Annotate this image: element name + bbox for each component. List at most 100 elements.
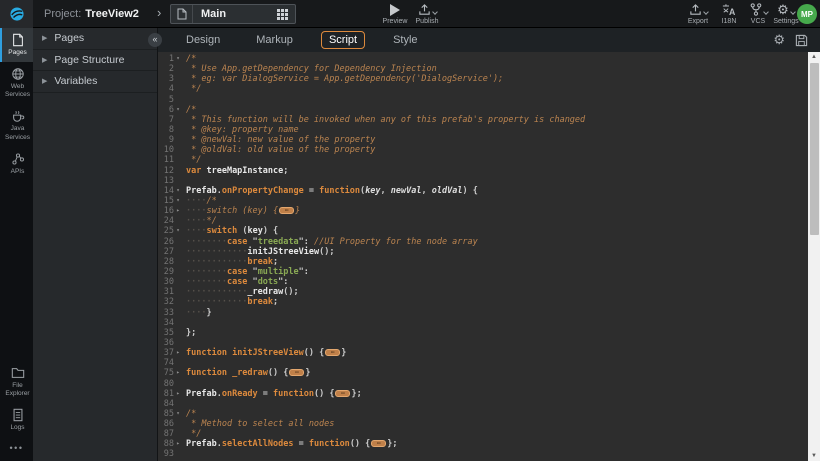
code-line[interactable]: 88▸Prefab.selectAllNodes = function() {}… bbox=[158, 439, 808, 449]
code-line[interactable]: 4 */ bbox=[158, 84, 808, 94]
page-selector[interactable]: Main bbox=[170, 4, 296, 24]
line-number: 16 bbox=[158, 206, 174, 216]
code-line[interactable]: 87 */ bbox=[158, 429, 808, 439]
line-number: 6 bbox=[158, 105, 174, 115]
line-number: 28 bbox=[158, 257, 174, 267]
publish-button[interactable]: Publish bbox=[410, 3, 444, 25]
fold-gutter bbox=[174, 328, 182, 338]
code-line[interactable]: 74 bbox=[158, 358, 808, 368]
code-line[interactable]: 35}; bbox=[158, 328, 808, 338]
code-line[interactable]: 5 bbox=[158, 95, 808, 105]
editor-scrollbar[interactable]: ▲ ▼ bbox=[808, 52, 820, 461]
code-line[interactable]: 31············_redraw(); bbox=[158, 287, 808, 297]
panel-section-variables[interactable]: ▶ Variables bbox=[33, 71, 157, 93]
sidebar-item-logs[interactable]: Logs bbox=[0, 403, 33, 437]
line-number: 8 bbox=[158, 125, 174, 135]
panel-section-pages[interactable]: ▶ Pages bbox=[33, 28, 157, 50]
code-line[interactable]: 30········case "dots": bbox=[158, 277, 808, 287]
folded-code-pill[interactable] bbox=[279, 207, 294, 214]
code-line[interactable]: 24····*/ bbox=[158, 216, 808, 226]
fold-toggle-icon[interactable]: ▸ bbox=[174, 206, 182, 216]
user-avatar[interactable]: MP bbox=[797, 4, 817, 24]
tab-style[interactable]: Style bbox=[385, 31, 425, 49]
code-line[interactable]: 37▸function initJStreeView() {} bbox=[158, 348, 808, 358]
code-line[interactable]: 29········case "multiple": bbox=[158, 267, 808, 277]
folded-code-pill[interactable] bbox=[325, 349, 340, 356]
code-line[interactable]: 27············initJStreeView(); bbox=[158, 247, 808, 257]
fold-toggle-icon[interactable]: ▸ bbox=[174, 368, 182, 378]
fold-toggle-icon[interactable]: ▾ bbox=[174, 186, 182, 196]
editor-tabbar: Design Markup Script Style ⚙ bbox=[158, 28, 820, 52]
code-line[interactable]: 12var treeMapInstance; bbox=[158, 166, 808, 176]
folded-code-pill[interactable] bbox=[335, 390, 350, 397]
code-lines: 1▾/*2 * Use App.getDependency for Depend… bbox=[158, 54, 808, 460]
sidebar-item-web-services[interactable]: Web Services bbox=[0, 62, 33, 104]
scrollbar-down-arrow[interactable]: ▼ bbox=[808, 451, 820, 461]
fold-toggle-icon[interactable]: ▾ bbox=[174, 196, 182, 206]
code-line[interactable]: 9 * @newVal: new value of the property bbox=[158, 135, 808, 145]
fold-toggle-icon[interactable]: ▸ bbox=[174, 348, 182, 358]
sidebar-item-file-explorer[interactable]: File Explorer bbox=[0, 361, 33, 403]
scrollbar-up-arrow[interactable]: ▲ bbox=[808, 52, 820, 62]
save-icon[interactable] bbox=[795, 34, 808, 47]
code-line[interactable]: 13 bbox=[158, 176, 808, 186]
code-line[interactable]: 32············break; bbox=[158, 297, 808, 307]
code-line[interactable]: 86 * Method to select all nodes bbox=[158, 419, 808, 429]
code-line[interactable]: 81▸Prefab.onReady = function() {}; bbox=[158, 389, 808, 399]
line-number: 80 bbox=[158, 379, 174, 389]
code-line[interactable]: 8 * @key: property name bbox=[158, 125, 808, 135]
code-line[interactable]: 93 bbox=[158, 449, 808, 459]
fold-toggle-icon[interactable]: ▾ bbox=[174, 226, 182, 236]
folded-code-pill[interactable] bbox=[289, 369, 304, 376]
code-text: ····switch (key) { bbox=[182, 226, 278, 236]
fold-toggle-icon[interactable]: ▾ bbox=[174, 105, 182, 115]
export-button[interactable]: Export bbox=[681, 3, 715, 25]
line-number: 29 bbox=[158, 267, 174, 277]
panel-section-page-structure[interactable]: ▶ Page Structure bbox=[33, 50, 157, 72]
code-line[interactable]: 7 * This function will be invoked when a… bbox=[158, 115, 808, 125]
fold-gutter bbox=[174, 145, 182, 155]
code-line[interactable]: 1▾/* bbox=[158, 54, 808, 64]
page-grid-icon[interactable] bbox=[277, 9, 288, 20]
code-line[interactable]: 75▸function _redraw() {} bbox=[158, 368, 808, 378]
code-line[interactable]: 11 */ bbox=[158, 155, 808, 165]
code-line[interactable]: 36 bbox=[158, 338, 808, 348]
fold-toggle-icon[interactable]: ▾ bbox=[174, 409, 182, 419]
line-number: 10 bbox=[158, 145, 174, 155]
tab-design[interactable]: Design bbox=[178, 31, 228, 49]
code-line[interactable]: 15▾····/* bbox=[158, 196, 808, 206]
scrollbar-thumb[interactable] bbox=[810, 63, 819, 235]
code-text: ········case "treedata": //UI Property f… bbox=[182, 237, 478, 247]
code-line[interactable]: 33····} bbox=[158, 308, 808, 318]
code-line[interactable]: 80 bbox=[158, 379, 808, 389]
code-line[interactable]: 34 bbox=[158, 318, 808, 328]
code-line[interactable]: 26········case "treedata": //UI Property… bbox=[158, 237, 808, 247]
sidebar-item-apis[interactable]: APIs bbox=[0, 147, 33, 181]
code-line[interactable]: 3 * eg: var DialogService = App.getDepen… bbox=[158, 74, 808, 84]
code-line[interactable]: 85▾/* bbox=[158, 409, 808, 419]
code-line[interactable]: 16▸····switch (key) {} bbox=[158, 206, 808, 216]
code-line[interactable]: 28············break; bbox=[158, 257, 808, 267]
script-settings-gear-icon[interactable]: ⚙ bbox=[773, 32, 785, 48]
code-text: Prefab.onReady = function() {}; bbox=[182, 389, 362, 399]
code-line[interactable]: 10 * @oldVal: old value of the property bbox=[158, 145, 808, 155]
fold-toggle-icon[interactable]: ▸ bbox=[174, 389, 182, 399]
script-editor[interactable]: 1▾/*2 * Use App.getDependency for Depend… bbox=[158, 52, 808, 461]
preview-button[interactable]: Preview bbox=[378, 3, 412, 25]
sidebar-item-java-services[interactable]: Java Services bbox=[0, 104, 33, 146]
code-line[interactable]: 6▾/* bbox=[158, 105, 808, 115]
fold-toggle-icon[interactable]: ▾ bbox=[174, 54, 182, 64]
code-line[interactable]: 84 bbox=[158, 399, 808, 409]
fold-toggle-icon[interactable]: ▸ bbox=[174, 439, 182, 449]
folded-code-pill[interactable] bbox=[371, 440, 386, 447]
tab-script[interactable]: Script bbox=[321, 31, 365, 49]
app-logo[interactable] bbox=[0, 0, 33, 28]
code-line[interactable]: 14▾Prefab.onPropertyChange = function(ke… bbox=[158, 186, 808, 196]
collapse-panel-button[interactable]: « bbox=[148, 33, 162, 47]
sidebar-more-button[interactable]: ••• bbox=[0, 437, 33, 461]
sidebar-item-pages[interactable]: Pages bbox=[0, 28, 33, 62]
tab-markup[interactable]: Markup bbox=[248, 31, 301, 49]
code-line[interactable]: 25▾····switch (key) { bbox=[158, 226, 808, 236]
file-explorer-icon bbox=[11, 366, 25, 380]
code-line[interactable]: 2 * Use App.getDependency for Dependency… bbox=[158, 64, 808, 74]
